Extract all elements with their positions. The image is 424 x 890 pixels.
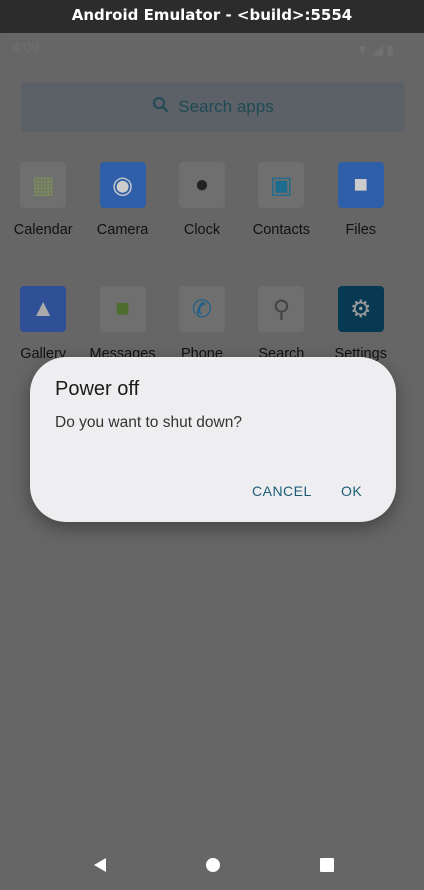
wifi-icon: ▼ — [355, 41, 370, 57]
app-label: Calendar — [13, 222, 73, 238]
power-off-dialog: Power off Do you want to shut down? CANC… — [30, 357, 396, 522]
messages-icon: ■ — [99, 286, 146, 332]
battery-icon: ▮ — [386, 41, 394, 57]
dialog-title: Power off — [55, 378, 140, 400]
dialog-message: Do you want to shut down? — [55, 414, 242, 431]
camera-icon: ◉ — [99, 162, 146, 208]
app-label: Contacts — [252, 222, 310, 238]
calendar-icon: ▦ — [20, 162, 67, 208]
back-icon[interactable] — [92, 857, 108, 878]
status-time: 4:09 — [12, 39, 40, 55]
clock-icon: ● — [178, 162, 225, 208]
search-apps-bar[interactable]: Search apps — [21, 82, 405, 132]
app-settings[interactable]: ⚙ Settings — [322, 286, 400, 362]
signal-icon: ◢ — [372, 41, 384, 57]
home-icon[interactable] — [205, 857, 221, 878]
magnifier-icon: ⚲ — [258, 286, 305, 332]
app-calendar[interactable]: ▦ Calendar — [4, 162, 82, 238]
app-label: Clock — [183, 222, 221, 238]
app-row-1: ▦ Calendar ◉ Camera ● Clock ▣ Contacts ■ File… — [3, 162, 424, 238]
status-bar: 4:09 ▼ ◢ ▮ — [12, 39, 404, 57]
search-apps-label: Search apps — [178, 97, 274, 116]
phone-icon: ✆ — [178, 286, 225, 332]
folder-icon: ■ — [337, 162, 384, 208]
app-label: Camera — [96, 222, 149, 238]
app-camera[interactable]: ◉ Camera — [83, 162, 161, 238]
window-title-bar: Android Emulator - <build>:5554 — [0, 0, 424, 33]
app-gallery[interactable]: ▲ Gallery — [4, 286, 82, 362]
navigation-bar — [3, 845, 424, 890]
cancel-button[interactable]: CANCEL — [252, 483, 312, 499]
app-phone[interactable]: ✆ Phone — [163, 286, 241, 362]
gear-icon: ⚙ — [337, 286, 384, 332]
ok-button[interactable]: OK — [341, 483, 362, 499]
emulator-screen: 4:09 ▼ ◢ ▮ Search apps ▦ Calendar ◉ Camera ●… — [3, 33, 424, 890]
app-label: Files — [345, 222, 377, 238]
app-contacts[interactable]: ▣ Contacts — [242, 162, 320, 238]
app-messages[interactable]: ■ Messages — [83, 286, 161, 362]
gallery-icon: ▲ — [20, 286, 67, 332]
contacts-icon: ▣ — [258, 162, 305, 208]
recents-icon[interactable] — [319, 857, 335, 878]
app-row-2: ▲ Gallery ■ Messages ✆ Phone ⚲ Search ⚙ Setti… — [3, 286, 424, 362]
app-search[interactable]: ⚲ Search — [242, 286, 320, 362]
app-files[interactable]: ■ Files — [322, 162, 400, 238]
search-icon — [152, 96, 170, 119]
app-clock[interactable]: ● Clock — [163, 162, 241, 238]
window-title: Android Emulator - <build>:5554 — [71, 6, 353, 24]
